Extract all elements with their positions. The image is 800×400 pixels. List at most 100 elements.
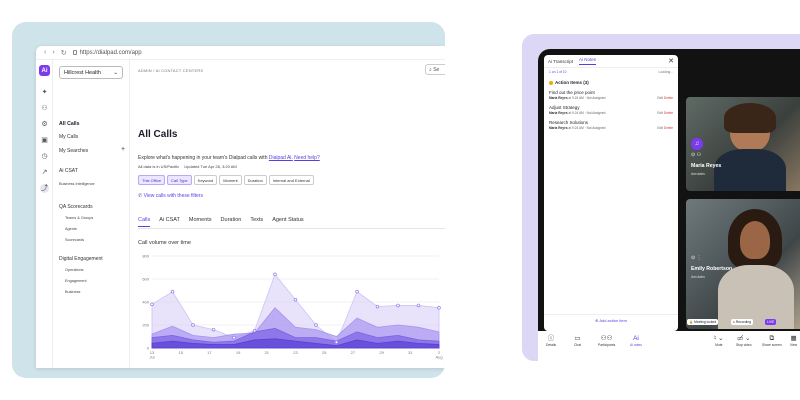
filter-internal-external[interactable]: Internal and External xyxy=(268,175,314,185)
edit-link[interactable]: Edit xyxy=(657,126,663,130)
ai-notes-label: Ai notes xyxy=(630,343,642,347)
dialpad-ai-logo[interactable]: Ai xyxy=(39,65,50,76)
data-point xyxy=(334,340,339,344)
mic-icon[interactable]: ⊙ ⚇ xyxy=(691,152,701,158)
participant-name: Emily Robertson xyxy=(691,266,733,272)
x-tick-label: 15 xyxy=(178,350,183,355)
subtitle-text: Explore what's happening in your team's … xyxy=(138,155,268,161)
view-icon: ▦ xyxy=(790,335,797,342)
sidebar-item-ai-csat[interactable]: Ai CSAT xyxy=(59,168,78,174)
person-icon[interactable]: ⚇ xyxy=(40,104,49,113)
share-screen-button[interactable]: ⧉ Share screen xyxy=(762,335,782,347)
tab-moments[interactable]: Moments xyxy=(189,217,212,227)
action-item-time: at 9:24 AM xyxy=(568,96,584,100)
participants-icon: ⚇⚇ xyxy=(600,335,613,342)
tab-ai-transcript[interactable]: Ai Transcript xyxy=(548,59,573,64)
x-tick-label: 13 Jul xyxy=(149,350,155,360)
close-icon[interactable]: ✕ xyxy=(668,57,674,65)
stop-video-button[interactable]: ▭̸ ⌄ Stop video xyxy=(736,335,752,347)
info-icon: ⓘ xyxy=(547,335,555,342)
sidebar-item-teams-groups[interactable]: Teams & Groups xyxy=(65,216,93,220)
sidebar-item-my-searches[interactable]: My Searches xyxy=(59,148,88,154)
view-button[interactable]: ▦ View xyxy=(790,335,797,347)
x-tick-label: 2 Aug xyxy=(435,350,442,360)
details-button[interactable]: ⓘ Details xyxy=(546,335,556,347)
action-items-dot-icon xyxy=(549,80,553,85)
search-input[interactable]: ⌕ Se xyxy=(425,64,445,75)
tab-duration[interactable]: Duration xyxy=(221,217,242,227)
stage: ‹ › ↻ https://dialpad.com/app Ai ✦ ⚇ ⚙ ▣… xyxy=(0,0,800,400)
ai-notes-panel: Ai Transcript Ai Notes ✕ 1 on 1 of 10 Lo… xyxy=(544,55,678,331)
y-tick-label: 400 xyxy=(142,300,149,305)
history-icon[interactable]: ◷ xyxy=(40,152,49,161)
sidebar-item-business[interactable]: Business xyxy=(65,290,80,294)
right-panel-background: Ai Transcript Ai Notes ✕ 1 on 1 of 10 Lo… xyxy=(522,34,800,361)
delete-link[interactable]: Delete xyxy=(664,126,673,130)
sidebar-item-engagement[interactable]: Engagement xyxy=(65,279,87,283)
filter-moment[interactable]: Moment xyxy=(219,175,242,185)
sidebar-item-my-calls[interactable]: My Calls xyxy=(59,134,78,140)
sidebar-item-operations[interactable]: Operations xyxy=(65,268,84,272)
participants-button[interactable]: ⚇⚇ Participants xyxy=(598,335,615,347)
data-point xyxy=(191,323,195,327)
filter-duration[interactable]: Duration xyxy=(243,175,267,185)
browser-window: ‹ › ↻ https://dialpad.com/app Ai ✦ ⚇ ⚙ ▣… xyxy=(36,46,445,368)
edit-link[interactable]: Edit xyxy=(657,96,663,100)
lock-icon xyxy=(72,50,77,55)
sidebar-item-business-intelligence[interactable]: Business Intelligence xyxy=(59,182,95,186)
action-item-title: Find out the price point xyxy=(549,90,595,95)
sidebar-item-all-calls[interactable]: All Calls xyxy=(59,121,79,127)
edit-link[interactable]: Edit xyxy=(657,111,663,115)
back-icon[interactable]: ‹ xyxy=(44,49,46,56)
analytics-icon[interactable]: ⤴ xyxy=(40,184,49,193)
x-tick-label: 17 xyxy=(207,350,212,355)
browser-chrome: ‹ › ↻ https://dialpad.com/app xyxy=(36,46,445,60)
y-tick-label: 800 xyxy=(142,254,149,259)
action-item-owner: Maria Reyes xyxy=(549,126,568,130)
video-tile-maria[interactable]: ♫ ⊙ ⚇ Maria Reyes Aerolabs xyxy=(686,97,800,191)
mic-icon[interactable]: ⊙ ⋮ xyxy=(691,255,702,261)
gear-icon[interactable]: ⚙ xyxy=(40,120,49,129)
filter-this-office[interactable]: This Office xyxy=(138,175,166,185)
delete-link[interactable]: Delete xyxy=(664,96,673,100)
reload-icon[interactable]: ↻ xyxy=(61,49,67,57)
mute-button[interactable]: ♮ ⌄ Mute xyxy=(714,335,724,347)
video-tile-emily[interactable]: ⊙ ⋮ Emily Robertson Aerolabs xyxy=(686,199,800,329)
action-item-title: Adjust Strategy xyxy=(549,105,580,110)
filter-keyword[interactable]: Keyword xyxy=(193,175,218,185)
need-help-link[interactable]: Need help? xyxy=(294,155,320,161)
tab-ai-csat[interactable]: Ai CSAT xyxy=(159,217,180,227)
filter-call-type[interactable]: Call Type xyxy=(167,175,192,185)
tab-calls[interactable]: Calls xyxy=(138,217,151,227)
address-bar[interactable]: https://dialpad.com/app xyxy=(72,50,142,56)
add-search-icon[interactable]: + xyxy=(121,146,125,153)
tab-ai-notes[interactable]: Ai Notes xyxy=(579,57,597,65)
data-point xyxy=(416,303,421,308)
data-meta: All data is in US/Pacific Updated Tue Ap… xyxy=(138,164,237,169)
sidebar-item-scorecards[interactable]: Scorecards xyxy=(65,238,84,242)
forward-icon[interactable]: › xyxy=(52,49,54,56)
org-select[interactable]: Hillcrest Health ⌄ xyxy=(59,66,123,79)
trend-icon[interactable]: ↗ xyxy=(40,168,49,177)
chevron-down-icon: ⌄ xyxy=(113,70,118,76)
view-calls-link[interactable]: ✆ View calls with these filters xyxy=(138,193,203,199)
delete-link[interactable]: Delete xyxy=(664,111,673,115)
action-items-header: Action Items (3) xyxy=(544,76,678,87)
tab-texts[interactable]: Texts xyxy=(250,217,263,227)
breadcrumb: ADMIN / AI CONTACT CENTERS xyxy=(138,68,204,73)
sidebar-item-qa-scorecards[interactable]: QA Scorecards xyxy=(59,204,93,210)
icon-rail: Ai ✦ ⚇ ⚙ ▣ ◷ ↗ ⤴ xyxy=(36,60,53,368)
sparkle-icon[interactable]: ✦ xyxy=(40,88,49,97)
call-volume-chart: 020040060080013 Jul15 17 19 21 23 25 27 29 31 2 Aug xyxy=(142,254,442,360)
chat-button[interactable]: ▭ Chat xyxy=(574,335,581,347)
ai-notes-button[interactable]: Ai Ai notes xyxy=(630,335,642,347)
dashboard-icon[interactable]: ▣ xyxy=(40,136,49,145)
add-action-item-button[interactable]: ⊕ Add action item xyxy=(544,318,678,323)
sidebar-item-digital-engagement[interactable]: Digital Engagement xyxy=(59,256,103,262)
tab-agent-status[interactable]: Agent Status xyxy=(272,217,304,227)
sidebar-item-agents[interactable]: Agents xyxy=(65,227,77,231)
details-label: Details xyxy=(546,343,557,347)
dialpad-ai-link[interactable]: Dialpad Ai. xyxy=(269,155,293,161)
ai-meta-left[interactable]: 1 on 1 of 10 xyxy=(549,70,566,74)
x-tick-label: 23 xyxy=(293,350,298,355)
